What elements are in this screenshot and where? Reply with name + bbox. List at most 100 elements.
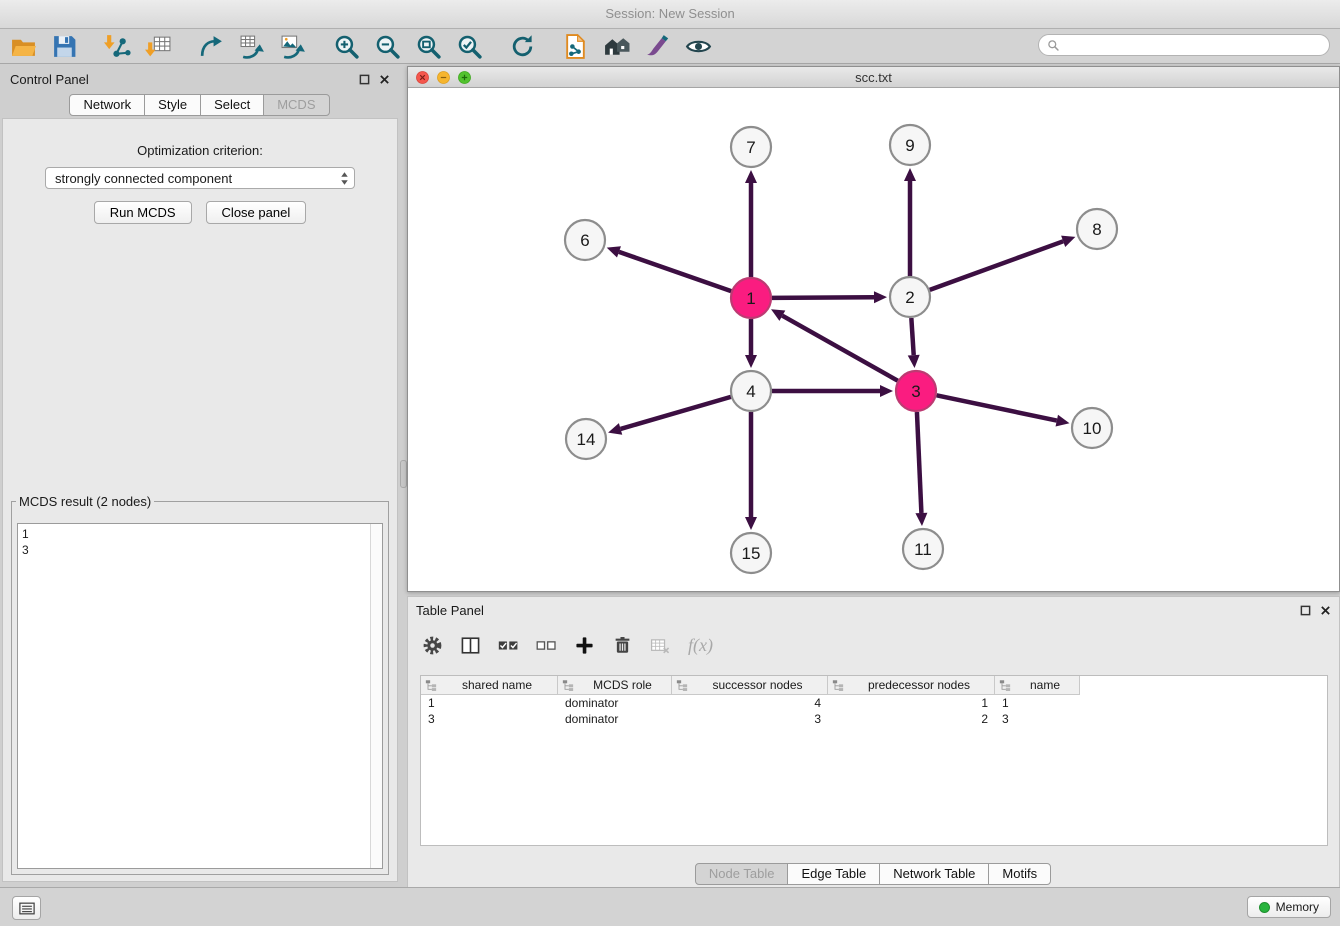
- network-canvas[interactable]: 7 9 6 8 1 2 4 3 14 10 15 11: [408, 87, 1339, 591]
- window-zoom-light-icon[interactable]: [458, 71, 471, 84]
- node-9[interactable]: 9: [890, 125, 930, 165]
- eye-icon[interactable]: [685, 33, 712, 60]
- column-attr-icon: [562, 679, 574, 691]
- tab-mcds[interactable]: MCDS: [263, 94, 329, 116]
- tab-motifs[interactable]: Motifs: [988, 863, 1051, 885]
- style-brush-icon[interactable]: [644, 33, 671, 60]
- node-14[interactable]: 14: [566, 419, 606, 459]
- select-all-icon[interactable]: [498, 635, 519, 656]
- export-network-icon[interactable]: [198, 33, 225, 60]
- node-4[interactable]: 4: [731, 371, 771, 411]
- node-7[interactable]: 7: [731, 127, 771, 167]
- table-cell: 3: [421, 712, 558, 726]
- export-table-icon[interactable]: [239, 33, 266, 60]
- result-list-scrollbar[interactable]: [370, 524, 382, 868]
- window-close-light-icon[interactable]: [416, 71, 429, 84]
- open-folder-icon[interactable]: [10, 33, 37, 60]
- import-table-icon[interactable]: [145, 33, 172, 60]
- table-cell: 1: [421, 696, 558, 710]
- svg-text:1: 1: [746, 289, 755, 308]
- window-titlebar: Session: New Session: [0, 0, 1340, 29]
- node-15[interactable]: 15: [731, 533, 771, 573]
- node-2[interactable]: 2: [890, 277, 930, 317]
- close-panel-icon[interactable]: [379, 74, 390, 85]
- edge-1-2[interactable]: [772, 291, 887, 303]
- result-item[interactable]: 1: [22, 526, 378, 542]
- float-panel-icon[interactable]: [359, 74, 370, 85]
- mcds-result-list[interactable]: 13: [17, 523, 383, 869]
- gear-icon[interactable]: [422, 635, 443, 656]
- columns-icon[interactable]: [460, 635, 481, 656]
- edge-2-3[interactable]: [908, 318, 920, 368]
- table-row[interactable]: 1dominator411: [421, 695, 1327, 711]
- edge-2-8[interactable]: [930, 236, 1076, 290]
- close-table-panel-icon[interactable]: [1320, 605, 1331, 616]
- node-1[interactable]: 1: [731, 278, 771, 318]
- node-10[interactable]: 10: [1072, 408, 1112, 448]
- zoom-fit-icon[interactable]: [415, 33, 442, 60]
- node-3[interactable]: 3: [896, 371, 936, 411]
- edge-3-10[interactable]: [937, 395, 1070, 426]
- table-tabs: Node TableEdge TableNetwork TableMotifs: [408, 863, 1339, 885]
- column-header-predecessor-nodes[interactable]: predecessor nodes: [828, 676, 995, 695]
- network-view-window: scc.txt 7 9 6 8 1 2 4 3 14 10 15 11: [407, 66, 1340, 592]
- refresh-icon[interactable]: [509, 33, 536, 60]
- tab-node-table[interactable]: Node Table: [695, 863, 789, 885]
- splitter-handle-icon[interactable]: [400, 460, 407, 488]
- zoom-selected-icon[interactable]: [456, 33, 483, 60]
- tab-network-table[interactable]: Network Table: [879, 863, 989, 885]
- edge-4-3[interactable]: [772, 385, 893, 397]
- float-table-panel-icon[interactable]: [1300, 605, 1311, 616]
- close-panel-button[interactable]: Close panel: [206, 201, 307, 224]
- run-mcds-button[interactable]: Run MCDS: [94, 201, 192, 224]
- edge-2-9[interactable]: [904, 168, 916, 276]
- zoom-in-icon[interactable]: [333, 33, 360, 60]
- column-header-successor-nodes[interactable]: successor nodes: [672, 676, 828, 695]
- edge-3-11[interactable]: [915, 412, 927, 526]
- memory-label: Memory: [1276, 900, 1319, 914]
- node-8[interactable]: 8: [1077, 209, 1117, 249]
- result-item[interactable]: 3: [22, 542, 378, 558]
- edge-4-14[interactable]: [608, 397, 731, 435]
- memory-button[interactable]: Memory: [1247, 896, 1331, 918]
- search-box[interactable]: [1038, 34, 1330, 56]
- command-panel-button[interactable]: [12, 896, 41, 920]
- edge-1-6[interactable]: [607, 246, 731, 291]
- save-icon[interactable]: [51, 33, 78, 60]
- table-row[interactable]: 3dominator323: [421, 711, 1327, 727]
- column-header-shared-name[interactable]: shared name: [421, 676, 558, 695]
- node-11[interactable]: 11: [903, 529, 943, 569]
- window-minimize-light-icon[interactable]: [437, 71, 450, 84]
- export-image-icon[interactable]: [280, 33, 307, 60]
- add-row-icon[interactable]: [574, 635, 595, 656]
- main-toolbar-icons: [10, 33, 738, 60]
- mcds-panel-body: Optimization criterion: strongly connect…: [2, 118, 398, 882]
- panel-splitter[interactable]: [399, 66, 406, 888]
- new-network-document-icon[interactable]: [562, 33, 589, 60]
- network-window-titlebar[interactable]: scc.txt: [408, 67, 1339, 88]
- unselect-all-icon[interactable]: [536, 635, 557, 656]
- control-panel-tabs: NetworkStyleSelectMCDS: [2, 94, 398, 116]
- edge-3-1[interactable]: [771, 309, 898, 380]
- tab-edge-table[interactable]: Edge Table: [787, 863, 880, 885]
- edge-1-7[interactable]: [745, 170, 757, 277]
- status-bar: Memory: [0, 887, 1340, 926]
- optimization-criterion-label: Optimization criterion:: [3, 143, 397, 158]
- tab-style[interactable]: Style: [144, 94, 201, 116]
- edge-4-15[interactable]: [745, 412, 757, 530]
- column-header-MCDS-role[interactable]: MCDS role: [558, 676, 672, 695]
- zoom-out-icon[interactable]: [374, 33, 401, 60]
- import-network-icon[interactable]: [104, 33, 131, 60]
- node-6[interactable]: 6: [565, 220, 605, 260]
- edge-1-4[interactable]: [745, 319, 757, 368]
- svg-text:15: 15: [742, 544, 761, 563]
- tab-select[interactable]: Select: [200, 94, 264, 116]
- apply-layout-icon[interactable]: [603, 33, 630, 60]
- main-toolbar: [0, 29, 1340, 64]
- delete-row-icon[interactable]: [612, 635, 633, 656]
- network-window-title: scc.txt: [408, 70, 1339, 85]
- column-header-name[interactable]: name: [995, 676, 1080, 695]
- tab-network[interactable]: Network: [69, 94, 145, 116]
- optimization-criterion-select[interactable]: strongly connected component: [45, 167, 355, 189]
- search-input[interactable]: [1065, 37, 1321, 54]
